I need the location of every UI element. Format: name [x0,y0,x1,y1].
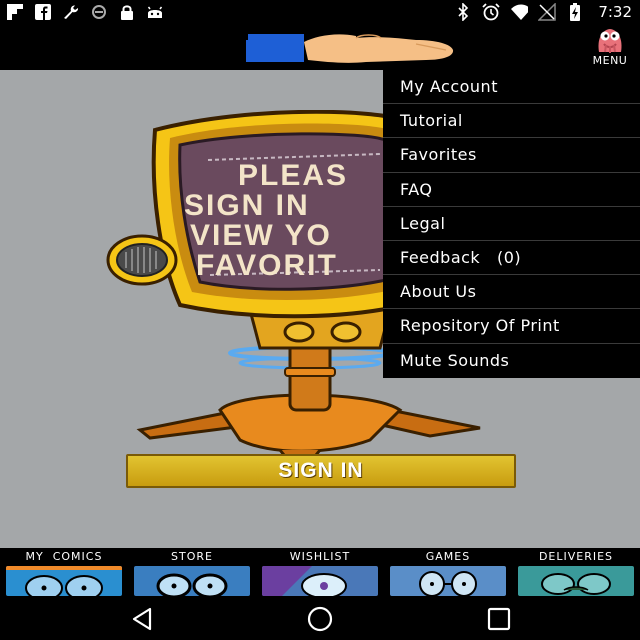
menu-item-faq[interactable]: FAQ [383,173,640,207]
dropdown-menu: My Account Tutorial Favorites FAQ Legal … [383,70,640,378]
tab-label: MY COMICS [25,550,103,563]
sign-in-button[interactable]: SIGN IN [126,454,516,488]
wifi-icon [510,3,529,21]
recents-icon[interactable] [484,606,514,632]
tab-deliveries[interactable]: DELIVERIES [512,548,640,598]
menu-label: MENU [592,54,628,67]
menu-item-about-us[interactable]: About Us [383,275,640,310]
hermes-thumbnail [518,566,634,596]
bluetooth-icon [454,3,472,21]
home-icon[interactable] [305,606,335,632]
tv-screen-line: SIGN IN [184,189,310,222]
menu-button[interactable]: MENU [584,26,636,68]
menu-item-my-account[interactable]: My Account [383,70,640,105]
tab-label: STORE [171,550,213,563]
android-icon [146,3,164,21]
circle-icon [90,3,108,21]
system-nav-bar [0,598,640,640]
menu-item-legal[interactable]: Legal [383,207,640,241]
menu-item-favorites[interactable]: Favorites [383,138,640,173]
lock-icon [118,3,136,21]
clock: 7:32 [598,3,632,21]
tv-screen-line: VIEW YO [190,219,332,252]
back-icon[interactable] [128,606,158,632]
alarm-icon [482,3,500,21]
status-bar: 7:32 [0,0,640,24]
no-signal-icon [538,3,557,21]
tv-screen-line: FAVORIT [196,249,338,282]
zoidberg-avatar-icon [598,29,622,53]
menu-item-feedback[interactable]: Feedback (0) [383,241,640,276]
store-thumbnail [134,566,250,596]
menu-item-repository-of-print[interactable]: Repository Of Print [383,309,640,344]
tab-wishlist[interactable]: WISHLIST [256,548,384,598]
app-header: MENU [0,24,640,70]
menu-item-tutorial[interactable]: Tutorial [383,104,640,139]
app-logo [246,34,456,64]
tab-games[interactable]: GAMES [384,548,512,598]
menu-item-mute-sounds[interactable]: Mute Sounds [383,344,640,378]
notification-icons [6,3,164,21]
professor-thumbnail [390,566,506,596]
bottom-nav: MY COMICS STORE WISHLIST GAMES DELIVERIE… [0,548,640,598]
leela-thumbnail [262,566,378,596]
tab-store[interactable]: STORE [128,548,256,598]
fry-thumbnail [6,566,122,596]
tab-label: GAMES [425,550,471,563]
tab-label: DELIVERIES [538,550,614,563]
flipboard-icon [6,3,24,21]
facebook-icon [34,3,52,21]
system-status-icons: 7:32 [454,3,632,21]
tv-screen-line: PLEAS [238,159,348,192]
tab-my-comics[interactable]: MY COMICS [0,548,128,598]
sign-in-label: SIGN IN [278,459,364,482]
tab-label: WISHLIST [289,550,351,563]
wrench-icon [62,3,80,21]
battery-charging-icon [566,3,584,21]
